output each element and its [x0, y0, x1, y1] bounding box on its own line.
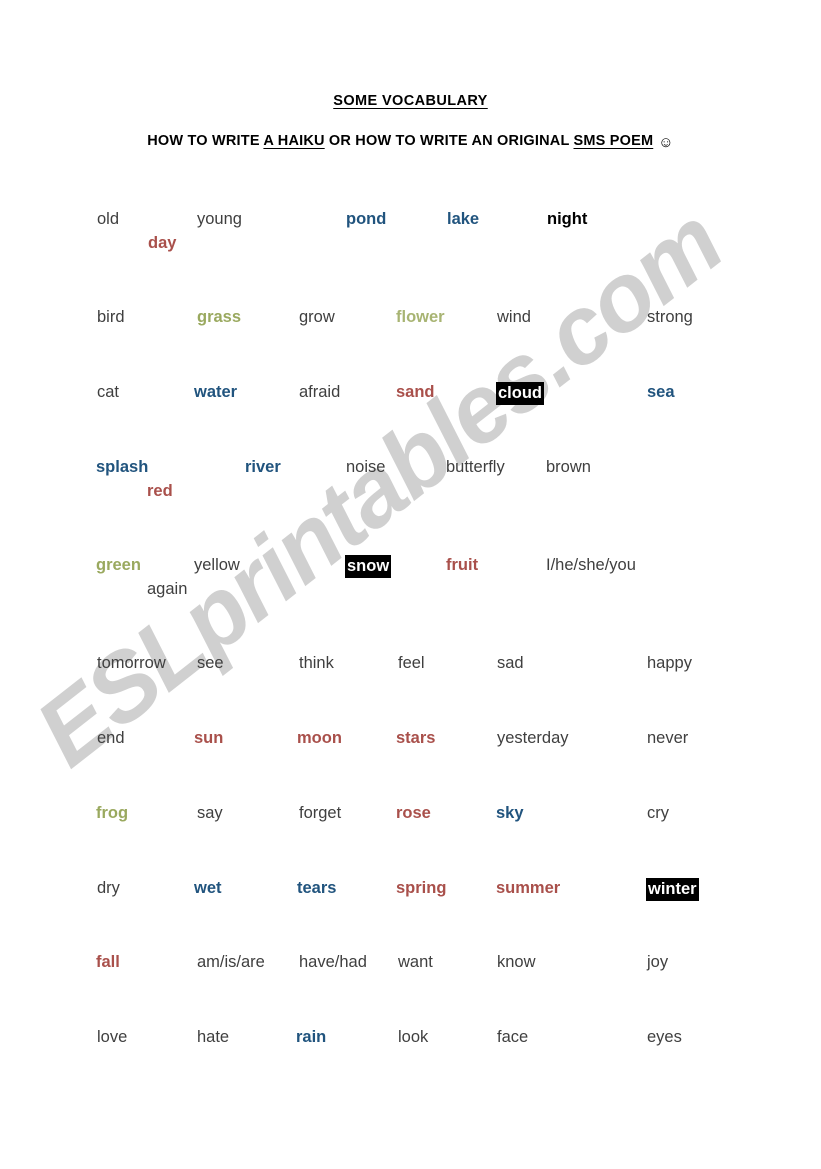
vocabulary-word: young — [197, 210, 242, 228]
vocabulary-word: flower — [396, 308, 445, 326]
vocabulary-word: look — [398, 1028, 429, 1046]
watermark-overlay: ESLprintables.com — [0, 0, 821, 1169]
vocabulary-word: joy — [647, 953, 669, 971]
vocabulary-word: strong — [647, 308, 693, 326]
vocabulary-word: forget — [299, 804, 342, 822]
vocabulary-word: old — [97, 210, 120, 228]
vocabulary-word: cloud — [496, 382, 544, 405]
vocabulary-word: river — [245, 458, 281, 476]
vocabulary-word: sun — [194, 729, 224, 747]
vocabulary-word: know — [497, 953, 536, 971]
vocabulary-word: again — [147, 580, 188, 598]
page-subtitle: HOW TO WRITE A HAIKU OR HOW TO WRITE AN … — [0, 133, 821, 150]
vocabulary-word: want — [398, 953, 433, 971]
vocabulary-word: am/is/are — [197, 953, 265, 971]
vocabulary-word: cry — [647, 804, 669, 822]
subtitle-link-sms-poem: SMS POEM — [573, 133, 654, 149]
vocabulary-word: water — [194, 383, 238, 401]
page-title: SOME VOCABULARY — [333, 93, 488, 109]
vocabulary-word: sad — [497, 654, 524, 672]
worksheet-page: ESLprintables.com SOME VOCABULARY HOW TO… — [0, 0, 821, 1169]
vocabulary-word: happy — [647, 654, 692, 672]
vocabulary-word: grow — [299, 308, 335, 326]
vocabulary-word: fruit — [446, 556, 479, 574]
vocabulary-word: winter — [646, 878, 699, 901]
vocabulary-word: dry — [97, 879, 120, 897]
vocabulary-word: tomorrow — [97, 654, 166, 672]
vocabulary-word: yesterday — [497, 729, 569, 747]
vocabulary-word: stars — [396, 729, 436, 747]
vocabulary-word: sand — [396, 383, 435, 401]
vocabulary-word: feel — [398, 654, 425, 672]
vocabulary-word: spring — [396, 879, 447, 897]
vocabulary-word: yellow — [194, 556, 240, 574]
vocabulary-word: eyes — [647, 1028, 682, 1046]
vocabulary-word: fall — [96, 953, 120, 971]
vocabulary-word: pond — [346, 210, 387, 228]
subtitle-link-haiku: A HAIKU — [263, 133, 325, 149]
subtitle-part-1: HOW TO WRITE — [147, 133, 264, 149]
vocabulary-word: think — [299, 654, 334, 672]
vocabulary-word: red — [147, 482, 173, 500]
vocabulary-word: sea — [647, 383, 675, 401]
vocabulary-word: have/had — [299, 953, 367, 971]
smiley-face-icon: ☺ — [658, 134, 674, 151]
vocabulary-word: never — [647, 729, 689, 747]
vocabulary-word: splash — [96, 458, 149, 476]
vocabulary-word: frog — [96, 804, 129, 822]
vocabulary-word: wind — [497, 308, 531, 326]
vocabulary-word: lake — [447, 210, 480, 228]
vocabulary-word: cat — [97, 383, 120, 401]
vocabulary-word: brown — [546, 458, 591, 476]
vocabulary-word: butterfly — [446, 458, 505, 476]
vocabulary-word: summer — [496, 879, 561, 897]
vocabulary-word: hate — [197, 1028, 230, 1046]
vocabulary-word: night — [547, 210, 588, 228]
vocabulary-word: end — [97, 729, 125, 747]
vocabulary-word: grass — [197, 308, 242, 326]
vocabulary-word: moon — [297, 729, 342, 747]
vocabulary-word: love — [97, 1028, 128, 1046]
vocabulary-word: wet — [194, 879, 222, 897]
vocabulary-word: day — [148, 234, 177, 252]
watermark-text: ESLprintables.com — [16, 188, 742, 787]
vocabulary-word: snow — [345, 555, 392, 578]
vocabulary-word: noise — [346, 458, 386, 476]
vocabulary-word: bird — [97, 308, 125, 326]
vocabulary-word: see — [197, 654, 224, 672]
vocabulary-word: face — [497, 1028, 529, 1046]
worksheet-headings: SOME VOCABULARY HOW TO WRITE A HAIKU OR … — [0, 92, 821, 150]
vocabulary-word: I/he/she/you — [546, 556, 636, 574]
vocabulary-word: rain — [296, 1028, 327, 1046]
vocabulary-word: green — [96, 556, 141, 574]
vocabulary-word: rose — [396, 804, 431, 822]
vocabulary-word: sky — [496, 804, 524, 822]
subtitle-part-2: OR HOW TO WRITE AN ORIGINAL — [324, 133, 574, 149]
vocabulary-word: tears — [297, 879, 337, 897]
vocabulary-word: afraid — [299, 383, 341, 401]
vocabulary-word: say — [197, 804, 223, 822]
